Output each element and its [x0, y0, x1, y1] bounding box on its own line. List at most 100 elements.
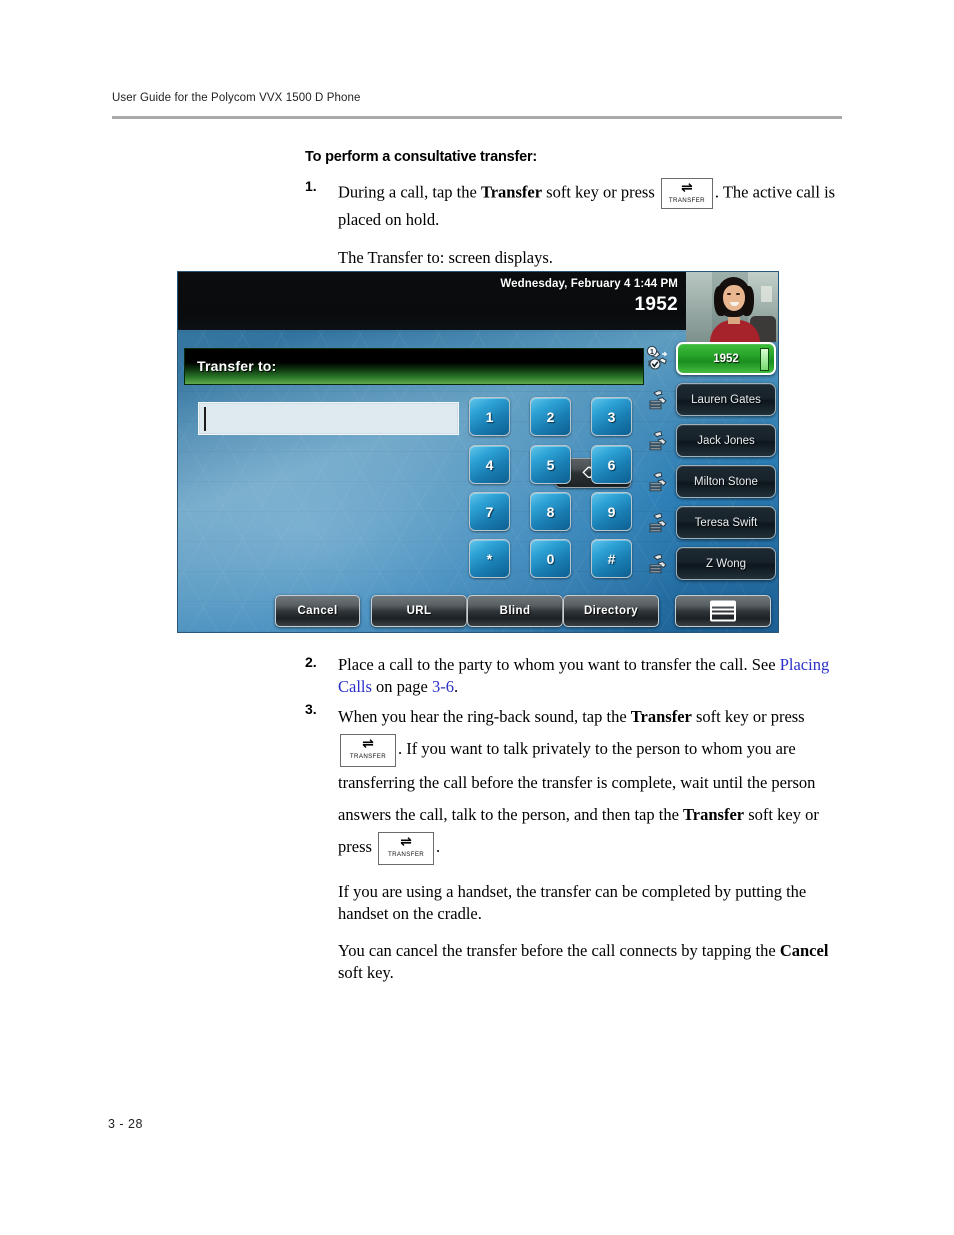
handset-icon	[646, 551, 672, 577]
step-3-number: 3.	[305, 701, 317, 717]
line-key-column: 1 1952 Lauren Gates Jack Jones Milton St…	[644, 342, 778, 592]
transfer-arrows-icon: ⇌	[362, 735, 374, 752]
step-2-text-a: Place a call to the party to whom you wa…	[338, 655, 780, 674]
keypad-key-1-label: 1	[485, 408, 494, 425]
line-key-milton-stone[interactable]: Milton Stone	[676, 465, 776, 498]
transfer-arrows-icon: ⇌	[400, 833, 412, 850]
step-2-body: Place a call to the party to whom you wa…	[338, 654, 850, 698]
status-date-time: Wednesday, February 4 1:44 PM	[500, 278, 678, 290]
soft-key-cancel-label: Cancel	[297, 605, 338, 617]
step-1-body: During a call, tap the Transfer soft key…	[338, 178, 845, 269]
transfer-hard-key-icon: ⇌ TRANSFER	[660, 178, 713, 209]
keypad-key-2[interactable]: 2	[530, 397, 571, 436]
keypad-key-6[interactable]: 6	[591, 445, 632, 484]
soft-key-row: Cancel URL Blind Directory	[275, 595, 778, 629]
step-3-bold-transfer-1: Transfer	[630, 707, 692, 726]
keypad-key-7[interactable]: 7	[469, 492, 510, 531]
video-person-face	[723, 285, 745, 311]
keypad-key-star-label: *	[486, 550, 493, 567]
keypad-key-star[interactable]: *	[469, 539, 510, 578]
video-background-left	[686, 272, 712, 342]
keypad-key-1[interactable]: 1	[469, 397, 510, 436]
line-key-lauren-gates-label: Lauren Gates	[691, 393, 761, 406]
line-key-row-teresa-swift[interactable]: Teresa Swift	[644, 506, 778, 540]
link-page-3-6[interactable]: 3-6	[432, 677, 454, 696]
line-key-z-wong[interactable]: Z Wong	[676, 547, 776, 580]
transfer-key-label: TRANSFER	[668, 196, 705, 204]
line-key-jack-jones-label: Jack Jones	[697, 434, 755, 447]
soft-key-directory[interactable]: Directory	[563, 595, 659, 627]
step-3-text-b: soft key or press	[691, 707, 805, 726]
soft-key-cancel[interactable]: Cancel	[275, 595, 360, 627]
step-2-text-c: .	[453, 676, 459, 696]
keypad-key-8-label: 8	[546, 503, 555, 520]
soft-key-directory-label: Directory	[583, 605, 639, 617]
step-3-bold-cancel: Cancel	[779, 941, 829, 961]
held-call-icon: 1	[646, 345, 672, 372]
step-3-paragraph-2: If you are using a handset, the transfer…	[338, 881, 807, 923]
vvx1500-phone-screen: Wednesday, February 4 1:44 PM 1952 Trans…	[178, 272, 778, 632]
line-key-lauren-gates[interactable]: Lauren Gates	[676, 383, 776, 416]
video-thumbnail[interactable]	[686, 272, 778, 342]
line-key-1952[interactable]: 1952	[676, 342, 776, 375]
transfer-hard-key-icon: ⇌ TRANSFER	[378, 831, 435, 865]
keypad-key-6-label: 6	[607, 456, 616, 473]
page-number: 3 - 28	[108, 1117, 143, 1131]
step-3-para3-text-a: You can cancel the transfer before the c…	[338, 941, 780, 961]
line-key-milton-stone-label: Milton Stone	[694, 475, 758, 488]
keypad-key-pound[interactable]: #	[591, 539, 632, 578]
keypad-key-3[interactable]: 3	[591, 397, 632, 436]
step-1: 1. During a call, tap the Transfer soft …	[305, 178, 845, 269]
keypad-key-5[interactable]: 5	[530, 445, 571, 484]
step-1-text-a: During a call, tap the	[338, 182, 481, 202]
line-key-teresa-swift-label: Teresa Swift	[694, 516, 758, 529]
keypad-key-9[interactable]: 9	[591, 492, 632, 531]
transfer-key-label: TRANSFER	[387, 850, 425, 858]
soft-key-blind[interactable]: Blind	[467, 595, 563, 627]
dial-entry-input[interactable]	[198, 402, 459, 435]
line-key-z-wong-label: Z Wong	[705, 557, 747, 570]
keypad-key-0-label: 0	[546, 550, 555, 567]
transfer-hard-key-icon: ⇌ TRANSFER	[340, 733, 396, 767]
step-3-paragraph-3: You can cancel the transfer before the c…	[338, 940, 850, 984]
line-key-row-milton-stone[interactable]: Milton Stone	[644, 465, 778, 499]
step-3-bold-transfer-2: Transfer	[683, 805, 745, 825]
line-key-status-bar	[760, 348, 769, 371]
line-key-teresa-swift[interactable]: Teresa Swift	[676, 506, 776, 539]
line-key-row-lauren-gates[interactable]: Lauren Gates	[644, 383, 778, 417]
soft-key-url-label: URL	[406, 605, 432, 617]
line-key-row-jack-jones[interactable]: Jack Jones	[644, 424, 778, 458]
keypad-key-3-label: 3	[607, 408, 616, 425]
transfer-to-banner-title: Transfer to:	[197, 358, 277, 374]
step-2-text-b: on page	[371, 676, 432, 696]
keypad-key-0[interactable]: 0	[530, 539, 571, 578]
keypad-key-8[interactable]: 8	[530, 492, 571, 531]
line-key-row-1952[interactable]: 1 1952	[644, 342, 778, 376]
step-2: 2. Place a call to the party to whom you…	[305, 654, 850, 698]
step-1-number: 1.	[305, 178, 317, 194]
running-head-text: User Guide for the Polycom VVX 1500 D Ph…	[112, 92, 361, 104]
keypad-key-4-label: 4	[485, 456, 494, 473]
step-1-text-b: soft key or press	[542, 182, 659, 202]
step-1-subparagraph: The Transfer to: screen displays.	[338, 247, 553, 267]
keypad-key-4[interactable]: 4	[469, 445, 510, 484]
step-2-number: 2.	[305, 654, 317, 670]
soft-key-url[interactable]: URL	[371, 595, 467, 627]
phone-status-bar: Wednesday, February 4 1:44 PM 1952	[178, 272, 686, 330]
video-person-neck	[728, 316, 740, 324]
svg-text:1: 1	[650, 349, 654, 356]
line-key-jack-jones[interactable]: Jack Jones	[676, 424, 776, 457]
handset-icon	[646, 469, 672, 495]
handset-icon	[646, 428, 672, 454]
step-3: 3. When you hear the ring-back sound, ta…	[305, 701, 850, 984]
section-heading: To perform a consultative transfer:	[305, 149, 538, 165]
keypad-key-2-label: 2	[546, 408, 555, 425]
soft-key-menu[interactable]	[675, 595, 771, 627]
line-key-row-z-wong[interactable]: Z Wong	[644, 547, 778, 581]
header-divider-rule	[112, 116, 842, 119]
page-running-header: User Guide for the Polycom VVX 1500 D Ph…	[112, 92, 842, 119]
soft-key-blind-label: Blind	[499, 605, 531, 617]
keypad-key-pound-label: #	[607, 550, 616, 567]
video-person-eye-right	[736, 293, 740, 295]
step-3-para3-text-b: soft key.	[338, 963, 394, 983]
